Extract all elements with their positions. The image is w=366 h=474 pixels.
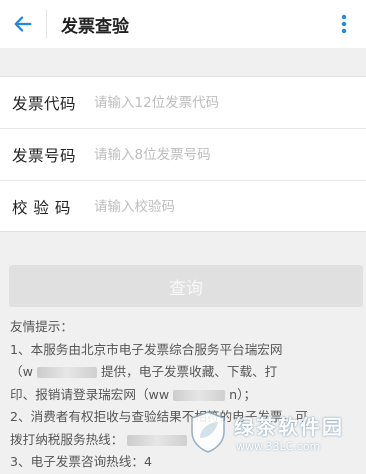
more-vertical-icon	[341, 14, 347, 34]
watermark-url: www.33LC.com	[236, 440, 321, 453]
check-code-row: 校 验 码	[0, 181, 366, 232]
invoice-number-row: 发票号码	[0, 129, 366, 181]
page-title: 发票查验	[61, 16, 129, 37]
tips-title: 友情提示：	[10, 319, 73, 334]
tips-line-1b-pre: （w	[10, 364, 33, 379]
invoice-code-row: 发票代码	[0, 77, 366, 129]
shield-leaf-icon	[191, 411, 225, 453]
watermark-text: 绿茶软件园 www.33LC.com	[234, 411, 344, 453]
query-button[interactable]: 查询	[9, 265, 363, 307]
redacted-url	[36, 367, 97, 378]
back-button[interactable]	[0, 0, 46, 48]
redacted-url-2	[173, 389, 226, 401]
tips-line-1c-pre: 印、报销请登录瑞宏网（ww	[10, 386, 170, 402]
more-options-button[interactable]	[330, 10, 358, 38]
invoice-number-input[interactable]	[94, 146, 324, 163]
check-code-input[interactable]	[94, 198, 324, 215]
invoice-code-label: 发票代码	[12, 94, 77, 113]
invoice-number-label: 发票号码	[12, 146, 77, 165]
watermark-title: 绿茶软件园	[234, 415, 344, 439]
tips-line-1b-post: 提供，电子发票收藏、下载、打	[100, 364, 278, 379]
invoice-code-input[interactable]	[94, 94, 324, 111]
redacted-phone	[127, 434, 188, 446]
tips-line-1b: （w 提供，电子发票收藏、下载、打	[10, 361, 360, 384]
watermark-logo: 绿茶软件园 www.33LC.com	[188, 400, 366, 464]
check-code-label: 校 验 码	[12, 198, 71, 217]
tips-line-2b-text: 拨打纳税服务热线：	[10, 431, 124, 447]
invoice-form: 发票代码 发票号码 校 验 码	[0, 76, 366, 232]
header-divider	[46, 10, 47, 38]
arrow-left-icon	[14, 16, 32, 32]
app-bar: 发票查验	[0, 0, 366, 48]
tips-line-1a: 1、本服务由北京市电子发票综合服务平台瑞宏网	[10, 341, 283, 357]
